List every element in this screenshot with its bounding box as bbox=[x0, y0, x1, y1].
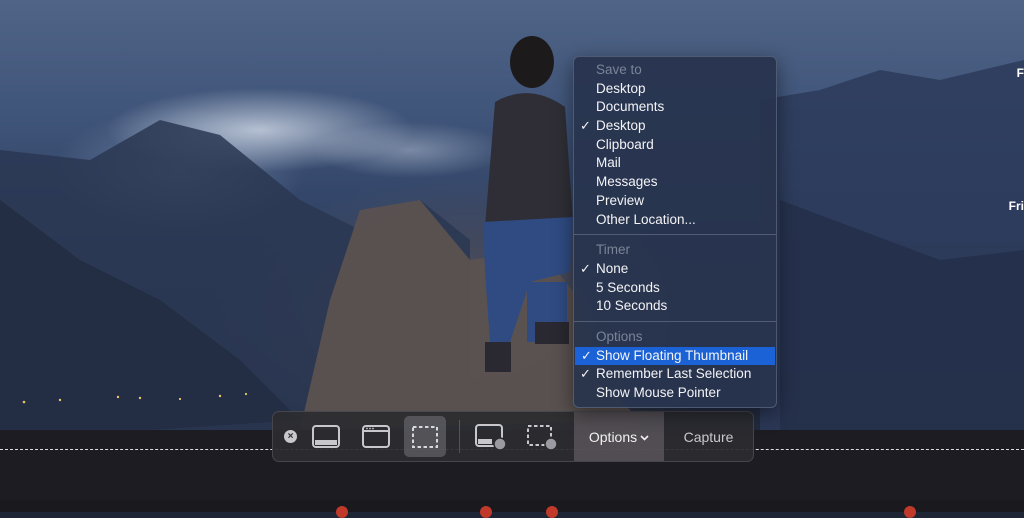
checkmark-icon: ✓ bbox=[580, 118, 591, 134]
menu-item-label: Desktop bbox=[596, 118, 646, 134]
capture-button[interactable]: Capture bbox=[664, 412, 753, 461]
menu-item-option[interactable]: ✓ Remember Last Selection bbox=[574, 365, 776, 384]
menu-item-label: Documents bbox=[596, 99, 665, 115]
menu-item-save-to[interactable]: Messages bbox=[574, 173, 776, 192]
dock-indicator bbox=[546, 506, 558, 518]
menu-separator bbox=[574, 234, 776, 236]
dock-indicator bbox=[480, 506, 492, 518]
screenshot-toolbar: × Options Capture bbox=[272, 411, 754, 462]
record-entire-screen-button[interactable] bbox=[470, 416, 512, 457]
menu-item-save-to[interactable]: ✓ Desktop bbox=[574, 117, 776, 136]
menu-item-label: Other Location... bbox=[596, 211, 696, 227]
window-icon bbox=[362, 424, 390, 448]
options-header: Options bbox=[596, 328, 643, 344]
save-to-header: Save to bbox=[596, 62, 642, 77]
desktop-label: Fri bbox=[1008, 199, 1024, 213]
checkmark-icon: ✓ bbox=[581, 347, 592, 363]
dock-strip bbox=[0, 500, 1024, 512]
menu-item-label: None bbox=[596, 260, 629, 276]
menu-item-label: Messages bbox=[596, 174, 658, 190]
capture-label: Capture bbox=[683, 428, 734, 445]
options-button[interactable]: Options bbox=[574, 412, 664, 461]
capture-selected-portion-button[interactable] bbox=[404, 416, 446, 457]
menu-item-label: Show Mouse Pointer bbox=[596, 385, 721, 400]
dock-indicator bbox=[904, 506, 916, 518]
menu-item-save-to[interactable]: Mail bbox=[574, 154, 776, 173]
checkmark-icon: ✓ bbox=[580, 366, 591, 382]
menu-item-label: Remember Last Selection bbox=[596, 366, 752, 382]
entire-screen-icon bbox=[312, 424, 340, 448]
checkmark-icon: ✓ bbox=[580, 260, 591, 276]
record-screen-icon bbox=[475, 423, 507, 451]
menu-item-label: Clipboard bbox=[596, 136, 654, 152]
desktop-label: F bbox=[1016, 66, 1024, 80]
menu-item-option[interactable]: ✓ Show Floating Thumbnail bbox=[575, 346, 775, 366]
chevron-down-icon bbox=[640, 434, 649, 441]
toolbar-divider bbox=[459, 420, 460, 453]
menu-item-timer[interactable]: ✓ None bbox=[574, 260, 776, 279]
selection-icon bbox=[412, 425, 438, 448]
options-menu: Save to Desktop Documents ✓ Desktop Clipboar… bbox=[573, 56, 777, 408]
record-selection-icon bbox=[527, 424, 558, 451]
menu-item-option[interactable]: Show Mouse Pointer bbox=[574, 384, 776, 403]
record-selected-portion-button[interactable] bbox=[521, 416, 563, 457]
menu-item-label: 10 Seconds bbox=[596, 298, 668, 314]
menu-separator bbox=[574, 320, 776, 322]
menu-item-label: Desktop bbox=[596, 80, 646, 96]
menu-item-save-to[interactable]: Preview bbox=[574, 192, 776, 211]
menu-item-label: Show Floating Thumbnail bbox=[596, 347, 749, 363]
menu-item-save-to[interactable]: Desktop bbox=[574, 80, 776, 99]
menu-item-timer[interactable]: 10 Seconds bbox=[574, 297, 776, 316]
capture-entire-screen-button[interactable] bbox=[305, 416, 347, 457]
menu-item-save-to[interactable]: Clipboard bbox=[574, 136, 776, 155]
options-label: Options bbox=[588, 428, 638, 445]
menu-item-label: Preview bbox=[596, 192, 645, 208]
timer-header: Timer bbox=[596, 242, 630, 258]
person-silhouette bbox=[483, 36, 573, 372]
menu-item-label: 5 Seconds bbox=[596, 279, 660, 295]
menu-item-timer[interactable]: 5 Seconds bbox=[574, 279, 776, 298]
menu-item-label: Mail bbox=[596, 155, 621, 171]
dock-indicator bbox=[336, 506, 348, 518]
menu-item-save-to[interactable]: Documents bbox=[574, 98, 776, 117]
close-icon: × bbox=[287, 430, 294, 442]
close-button[interactable]: × bbox=[284, 430, 297, 443]
capture-selected-window-button[interactable] bbox=[355, 416, 397, 457]
menu-item-save-to[interactable]: Other Location... bbox=[574, 211, 776, 230]
